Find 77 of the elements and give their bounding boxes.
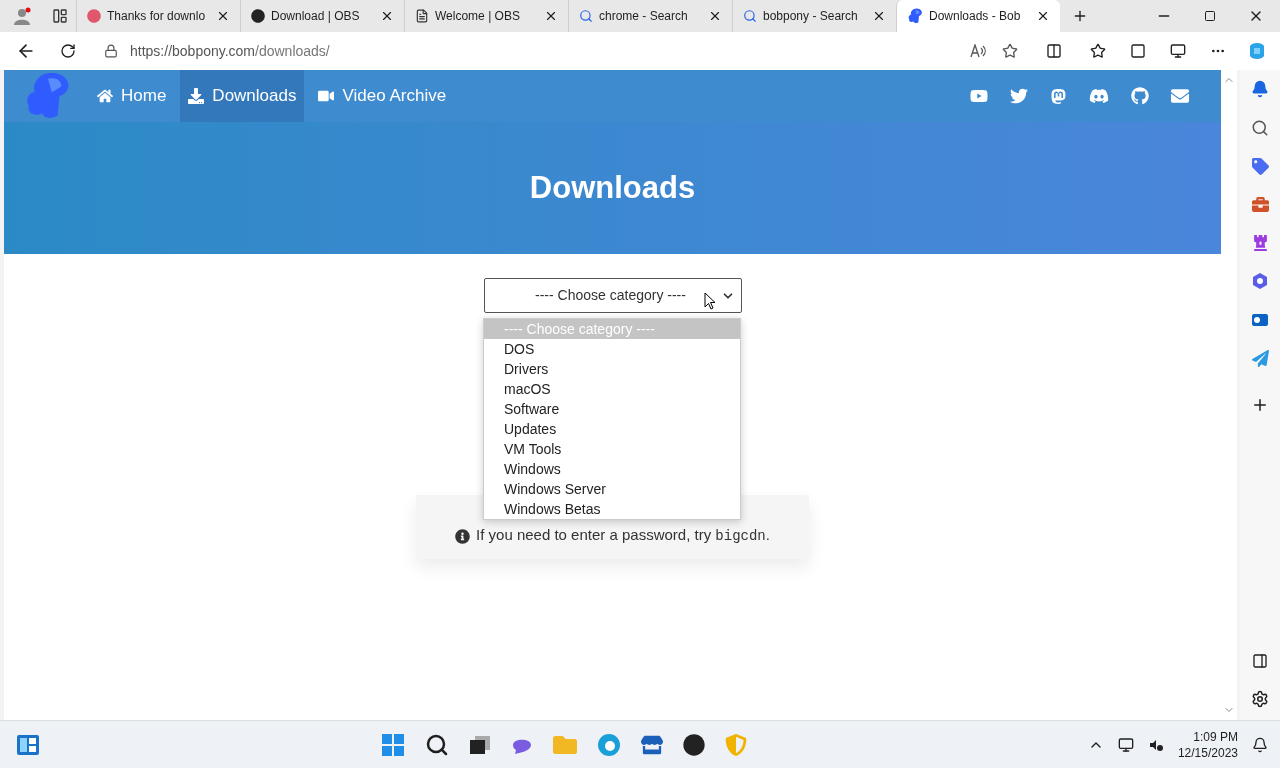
ring-icon xyxy=(87,9,101,23)
dropdown-option[interactable]: Updates xyxy=(484,419,740,439)
mail-icon[interactable] xyxy=(1171,87,1189,105)
bird-icon[interactable] xyxy=(1010,87,1028,105)
split-screen-icon[interactable] xyxy=(1046,43,1062,59)
dropdown-option[interactable]: DOS xyxy=(484,339,740,359)
video-play-icon[interactable] xyxy=(970,87,988,105)
search-icon[interactable] xyxy=(424,732,449,757)
tab-title: Thanks for downlo xyxy=(107,8,207,25)
bell-icon[interactable] xyxy=(1251,80,1269,98)
mouse-cursor-icon xyxy=(704,292,716,310)
collections-icon[interactable] xyxy=(1130,43,1146,59)
page-title: Downloads xyxy=(529,168,696,207)
maximize-icon[interactable] xyxy=(1204,10,1216,22)
sidebar-toggle-icon[interactable] xyxy=(1252,653,1268,669)
tab-title: chrome - Search xyxy=(599,8,689,25)
performance-icon[interactable] xyxy=(1170,43,1186,59)
add-icon[interactable] xyxy=(1251,396,1269,414)
circle-icon[interactable] xyxy=(682,733,705,756)
lock-icon[interactable] xyxy=(104,44,118,58)
close-icon[interactable] xyxy=(708,9,722,23)
profile-icon[interactable] xyxy=(13,7,31,25)
clock-date[interactable]: 12/15/2023 xyxy=(1177,744,1238,761)
home-icon xyxy=(97,88,113,104)
paper-plane-icon[interactable] xyxy=(1251,350,1269,367)
cat-icon[interactable] xyxy=(1131,87,1149,105)
dropdown-option[interactable]: Windows xyxy=(484,459,740,479)
widgets-icon[interactable] xyxy=(16,733,40,756)
close-icon[interactable] xyxy=(380,9,394,23)
nav-link[interactable]: Home xyxy=(89,70,175,122)
page-icon xyxy=(415,9,429,23)
mail-app-icon[interactable] xyxy=(1251,311,1269,329)
tab-title: Downloads - Bob xyxy=(929,8,1022,25)
search-icon[interactable] xyxy=(1251,119,1269,137)
briefcase-icon[interactable] xyxy=(1251,196,1269,213)
dropdown-option[interactable]: Software xyxy=(484,399,740,419)
dropdown-option[interactable]: Windows Server xyxy=(484,479,740,499)
close-icon[interactable] xyxy=(872,9,886,23)
tag-icon[interactable] xyxy=(1251,158,1269,175)
tab-title: Welcome | OBS xyxy=(435,8,521,25)
tab-title: bobpony - Search xyxy=(763,8,859,25)
password-hint: If you need to enter a password, try bigcdn. xyxy=(476,525,770,546)
close-icon[interactable] xyxy=(216,9,230,23)
category-select[interactable]: ---- Choose category ---- xyxy=(483,278,742,313)
browser-tab[interactable]: Downloads - Bob xyxy=(896,0,1060,32)
notification-icon[interactable] xyxy=(1252,736,1268,753)
office-icon[interactable] xyxy=(1251,272,1269,290)
download-icon xyxy=(188,88,205,104)
chess-icon[interactable] xyxy=(1251,234,1269,251)
nav-link[interactable]: Video Archive xyxy=(310,70,455,122)
dropdown-option[interactable]: VM Tools xyxy=(484,439,740,459)
clock-time[interactable]: 1:09 PM xyxy=(1193,728,1238,745)
favorite-star-icon[interactable] xyxy=(1002,43,1018,59)
task-view-icon[interactable] xyxy=(468,734,491,755)
settings-icon[interactable] xyxy=(1251,690,1269,708)
dropdown-option[interactable]: Windows Betas xyxy=(484,499,740,519)
network-icon[interactable] xyxy=(1117,736,1134,753)
mastodon-icon[interactable] xyxy=(1050,87,1067,105)
nav-link[interactable]: Downloads xyxy=(180,70,305,122)
tab-actions-icon[interactable] xyxy=(52,8,68,24)
info-icon xyxy=(455,529,471,544)
new-tab-icon[interactable] xyxy=(1072,8,1088,24)
tab-title: Download | OBS xyxy=(271,8,361,25)
favorites-icon[interactable] xyxy=(1090,43,1106,59)
store-icon[interactable] xyxy=(640,733,663,756)
dropdown-option[interactable]: Drivers xyxy=(484,359,740,379)
video-camera-icon xyxy=(318,88,335,104)
read-aloud-icon[interactable] xyxy=(970,44,986,58)
search-icon xyxy=(743,9,757,23)
close-icon[interactable] xyxy=(544,9,558,23)
circle-icon xyxy=(251,9,265,23)
dropdown-option[interactable]: macOS xyxy=(484,379,740,399)
close-icon[interactable] xyxy=(1036,9,1050,23)
reload-icon[interactable] xyxy=(60,43,76,59)
pony-icon xyxy=(907,8,923,24)
search-icon xyxy=(579,9,593,23)
start-icon[interactable] xyxy=(380,732,405,757)
